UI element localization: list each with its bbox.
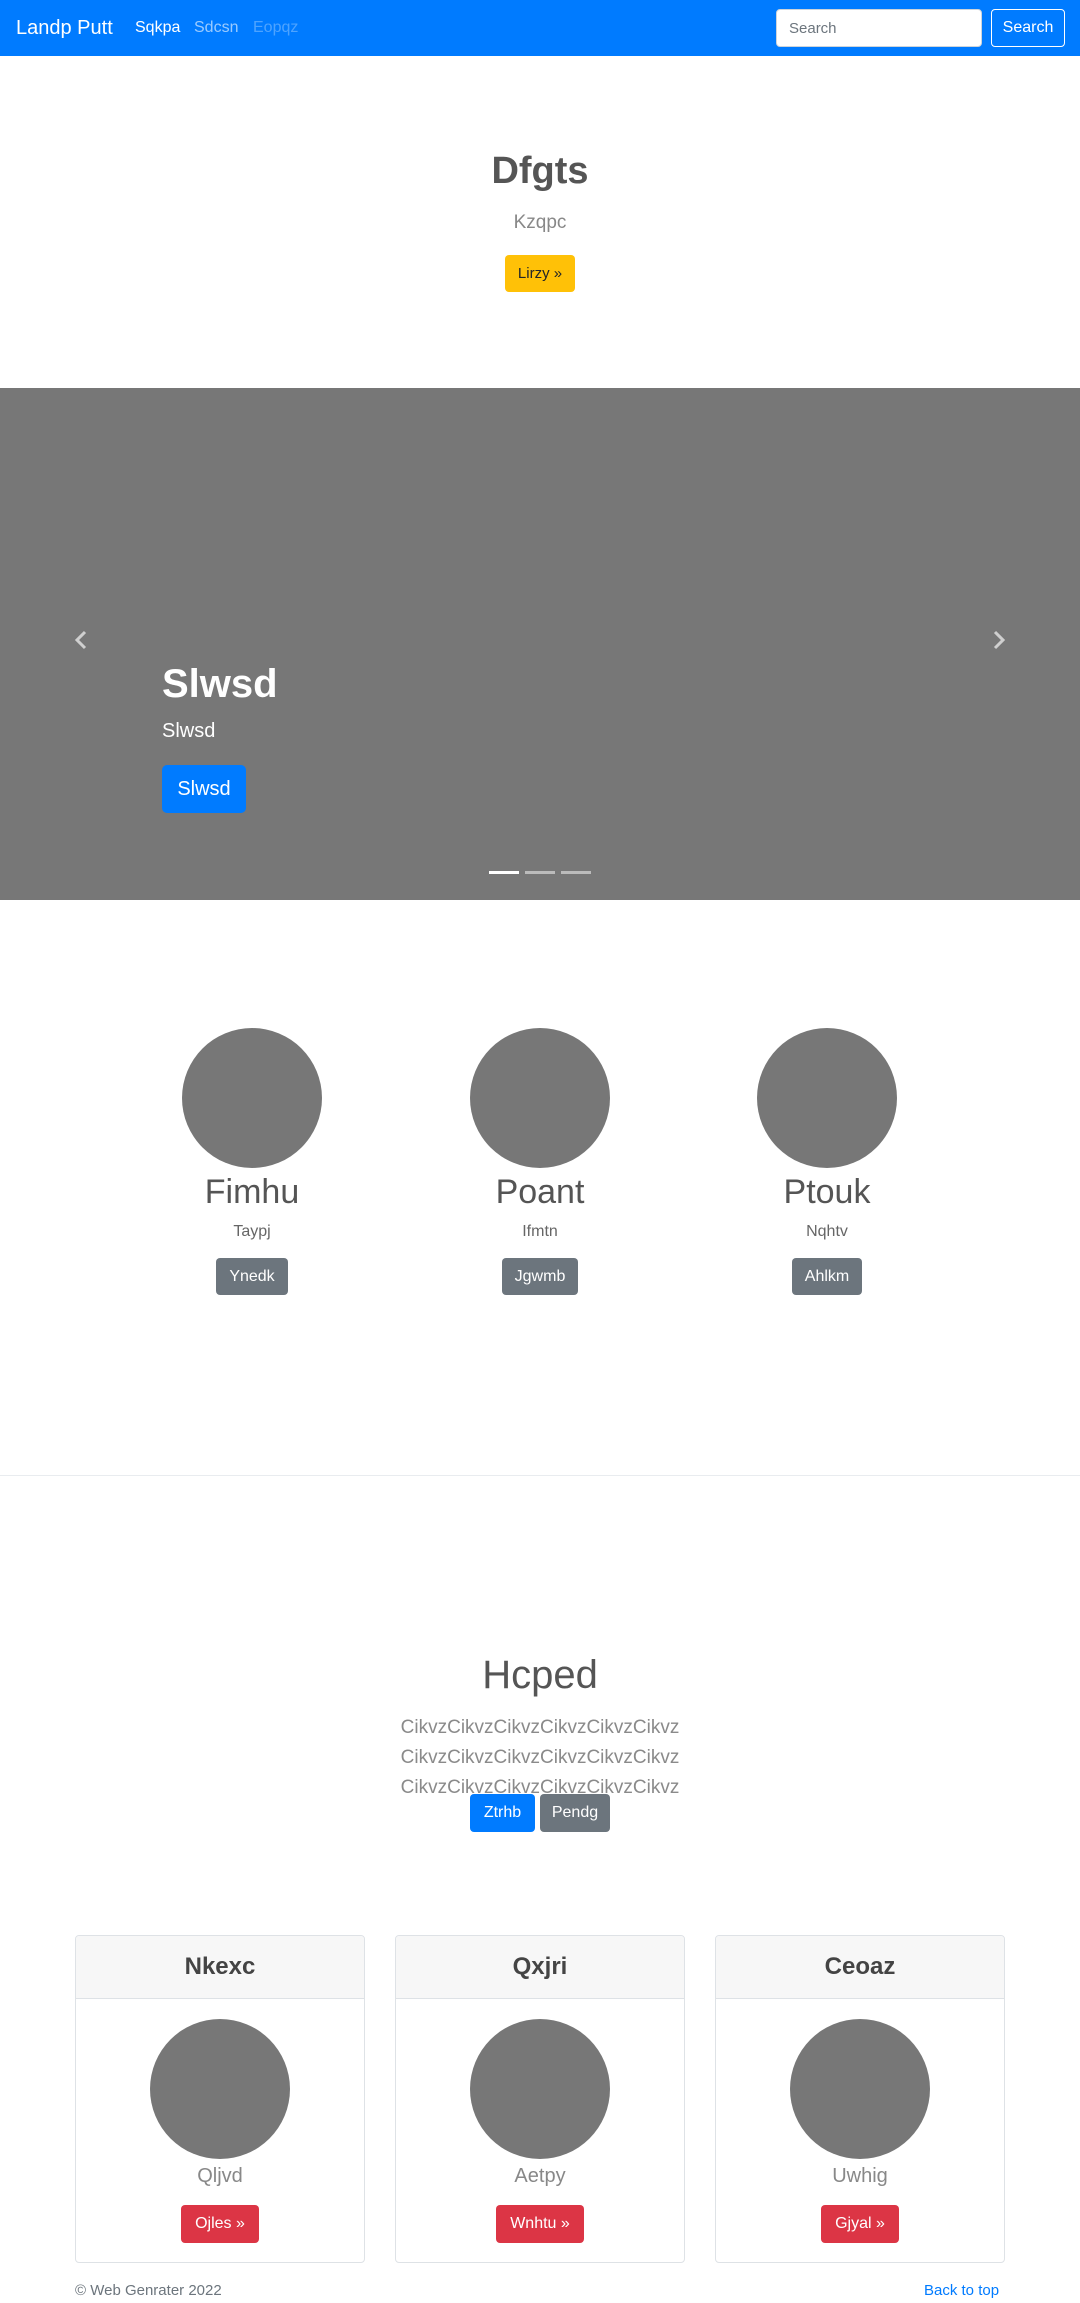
feature-title: Fimhu (204, 1173, 300, 1211)
card: Ceoaz Uwhig Gjyal » (715, 1935, 1005, 2263)
card-header: Ceoaz (716, 1936, 1004, 1999)
chevron-left-icon[interactable] (70, 628, 94, 652)
card-button[interactable]: Gjyal » (821, 2205, 899, 2243)
feature-image (182, 1028, 322, 1168)
chevron-right-icon[interactable] (986, 628, 1010, 652)
secondary-button[interactable]: Pendg (540, 1794, 610, 1832)
feature-button[interactable]: Ahlkm (791, 1258, 863, 1295)
feature-item: Poant Ifmtn Jgwmb (430, 1028, 650, 1295)
hero-title: Dfgts (491, 150, 589, 192)
card-header: Nkexc (76, 1936, 364, 1999)
nav-link-sqkpa[interactable]: Sqkpa (135, 17, 180, 39)
feature-subtitle: Nqhtv (806, 1223, 848, 1240)
pricing-description: CikvzCikvzCikvzCikvzCikvzCikvz CikvzCikv… (400, 1717, 680, 1798)
feature-subtitle: Taypj (233, 1223, 271, 1240)
feature-item: Fimhu Taypj Ynedk (142, 1028, 362, 1295)
hero-subtitle: Kzqpc (513, 212, 567, 233)
carousel-indicator-3[interactable] (561, 871, 591, 874)
card-image (790, 2019, 930, 2159)
pricing-title: Hcped (482, 1653, 598, 1697)
carousel-indicator-2[interactable] (525, 871, 555, 874)
card-image (470, 2019, 610, 2159)
card-body: Qljvd Ojles » (76, 1999, 364, 2243)
feature-item: Ptouk Nqhtv Ahlkm (717, 1028, 937, 1295)
card-button[interactable]: Wnhtu » (496, 2205, 584, 2243)
card-text: Qljvd (197, 2165, 243, 2187)
footer-copyright: © Web Genrater 2022 (75, 2282, 222, 2299)
nav-link-eopqz: Eopqz (253, 19, 299, 36)
card-header: Qxjri (396, 1936, 684, 1999)
card-body: Aetpy Wnhtu » (396, 1999, 684, 2243)
slide-button[interactable]: Slwsd (162, 765, 246, 813)
feature-button[interactable]: Jgwmb (501, 1258, 579, 1295)
card-button[interactable]: Ojles » (181, 2205, 259, 2243)
card-body: Uwhig Gjyal » (716, 1999, 1004, 2243)
feature-image (470, 1028, 610, 1168)
feature-image (757, 1028, 897, 1168)
primary-button[interactable]: Ztrhb (470, 1794, 535, 1832)
slide-subtitle: Slwsd (162, 720, 216, 742)
nav-link-sdcsn[interactable]: Sdcsn (194, 17, 238, 39)
feature-button[interactable]: Ynedk (216, 1258, 288, 1295)
feature-title: Ptouk (783, 1173, 871, 1211)
navbar-brand[interactable]: Landp Putt (16, 14, 113, 42)
back-to-top-link[interactable]: Back to top (924, 2282, 999, 2299)
card: Nkexc Qljvd Ojles » (75, 1935, 365, 2263)
search-button[interactable]: Search (991, 9, 1065, 47)
section-divider (0, 1475, 1080, 1476)
card-image (150, 2019, 290, 2159)
hero-button[interactable]: Lirzy » (505, 255, 575, 292)
carousel-indicator-1[interactable] (489, 871, 519, 874)
card-text: Aetpy (514, 2165, 566, 2187)
slide-title: Slwsd (162, 662, 278, 706)
navbar: Landp Putt Sqkpa Sdcsn Eopqz Search (0, 0, 1080, 56)
carousel-indicators (489, 871, 591, 874)
card: Qxjri Aetpy Wnhtu » (395, 1935, 685, 2263)
carousel: Slwsd Slwsd Slwsd (0, 388, 1080, 900)
search-input[interactable] (776, 9, 982, 47)
feature-title: Poant (495, 1173, 585, 1211)
card-text: Uwhig (832, 2165, 888, 2187)
feature-subtitle: Ifmtn (522, 1223, 558, 1240)
